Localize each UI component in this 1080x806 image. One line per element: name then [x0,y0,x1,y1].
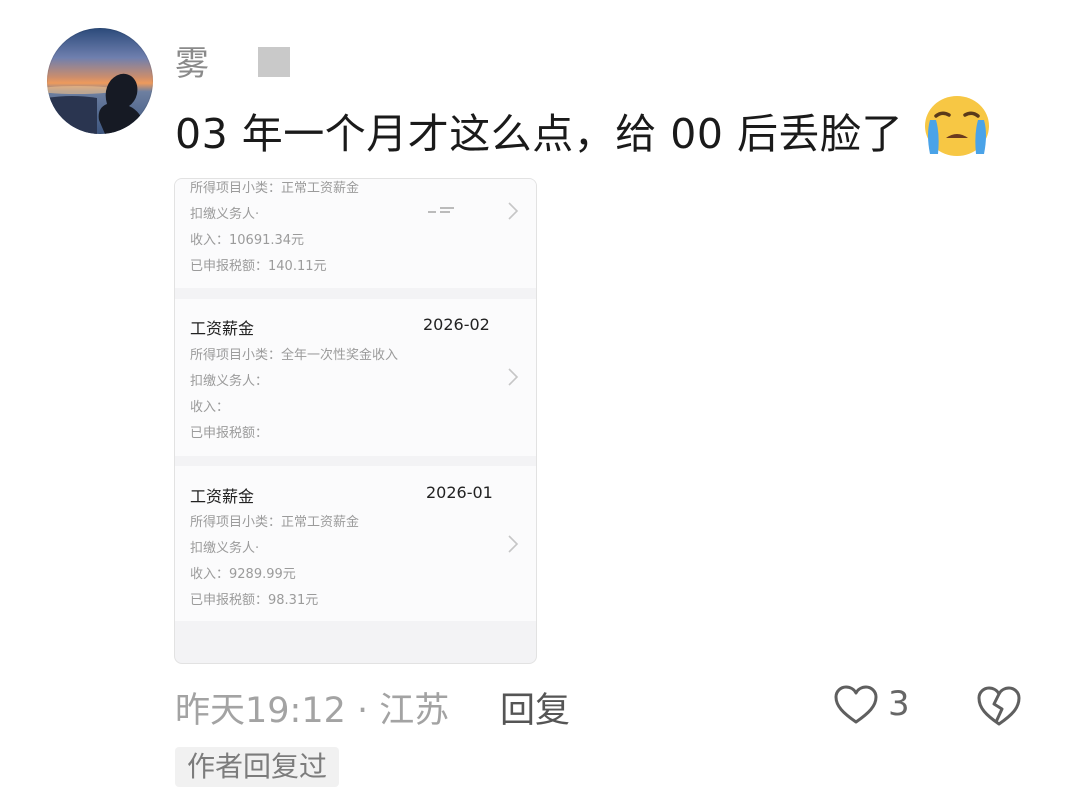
comment-time-location: 昨天19:12 · 江苏 [175,691,450,731]
record-category: 所得项目小类：正常工资薪金 [190,515,360,530]
record-date: 2026-01 [426,483,493,502]
record-category: 所得项目小类：全年一次性奖金收入 [190,348,399,363]
tax-record-card[interactable]: 工资薪金 2026-02 所得项目小类：全年一次性奖金收入 扣缴义务人： 收入：… [175,299,536,456]
reply-button[interactable]: 回复 [500,682,570,733]
tax-record-card[interactable]: 所得项目小类：正常工资薪金 扣缴义务人· 收入：10691.34元 已申报税额：… [175,179,536,288]
chevron-right-icon [508,535,519,553]
record-tax: 已申报税额：98.31元 [190,593,319,608]
heart-icon[interactable] [833,684,879,726]
user-badge-icon [258,47,290,77]
username[interactable]: 雾 [175,36,209,85]
record-payer: 扣缴义务人： [190,374,269,389]
attached-screenshot[interactable]: 所得项目小类：正常工资薪金 扣缴义务人· 收入：10691.34元 已申报税额：… [174,178,537,664]
record-income: 收入： [190,400,230,415]
record-tax: 已申报税额：140.11元 [190,259,327,274]
record-payer: 扣缴义务人· [190,207,260,222]
like-count: 3 [888,684,910,724]
record-title: 工资薪金 [190,487,255,506]
avatar-image [47,73,147,134]
redaction-mark [428,207,454,213]
record-category: 所得项目小类：正常工资薪金 [190,181,360,196]
avatar[interactable] [47,28,153,134]
tax-record-card[interactable]: 工资薪金 2026-01 所得项目小类：正常工资薪金 扣缴义务人· 收入：928… [175,466,536,621]
broken-heart-icon[interactable] [975,684,1023,728]
record-income: 收入：10691.34元 [190,233,305,248]
comment-text: 03 年一个月才这么点，给 00 后丢脸了 [175,110,903,158]
record-title: 工资薪金 [190,319,255,338]
crying-face-icon [925,96,989,156]
chevron-right-icon [508,202,519,220]
record-tax: 已申报税额： [190,426,269,441]
author-replied-tag[interactable]: 作者回复过 [175,747,340,787]
record-date: 2026-02 [423,315,490,334]
chevron-right-icon [508,368,519,386]
record-payer: 扣缴义务人· [190,541,260,556]
record-income: 收入：9289.99元 [190,567,296,582]
